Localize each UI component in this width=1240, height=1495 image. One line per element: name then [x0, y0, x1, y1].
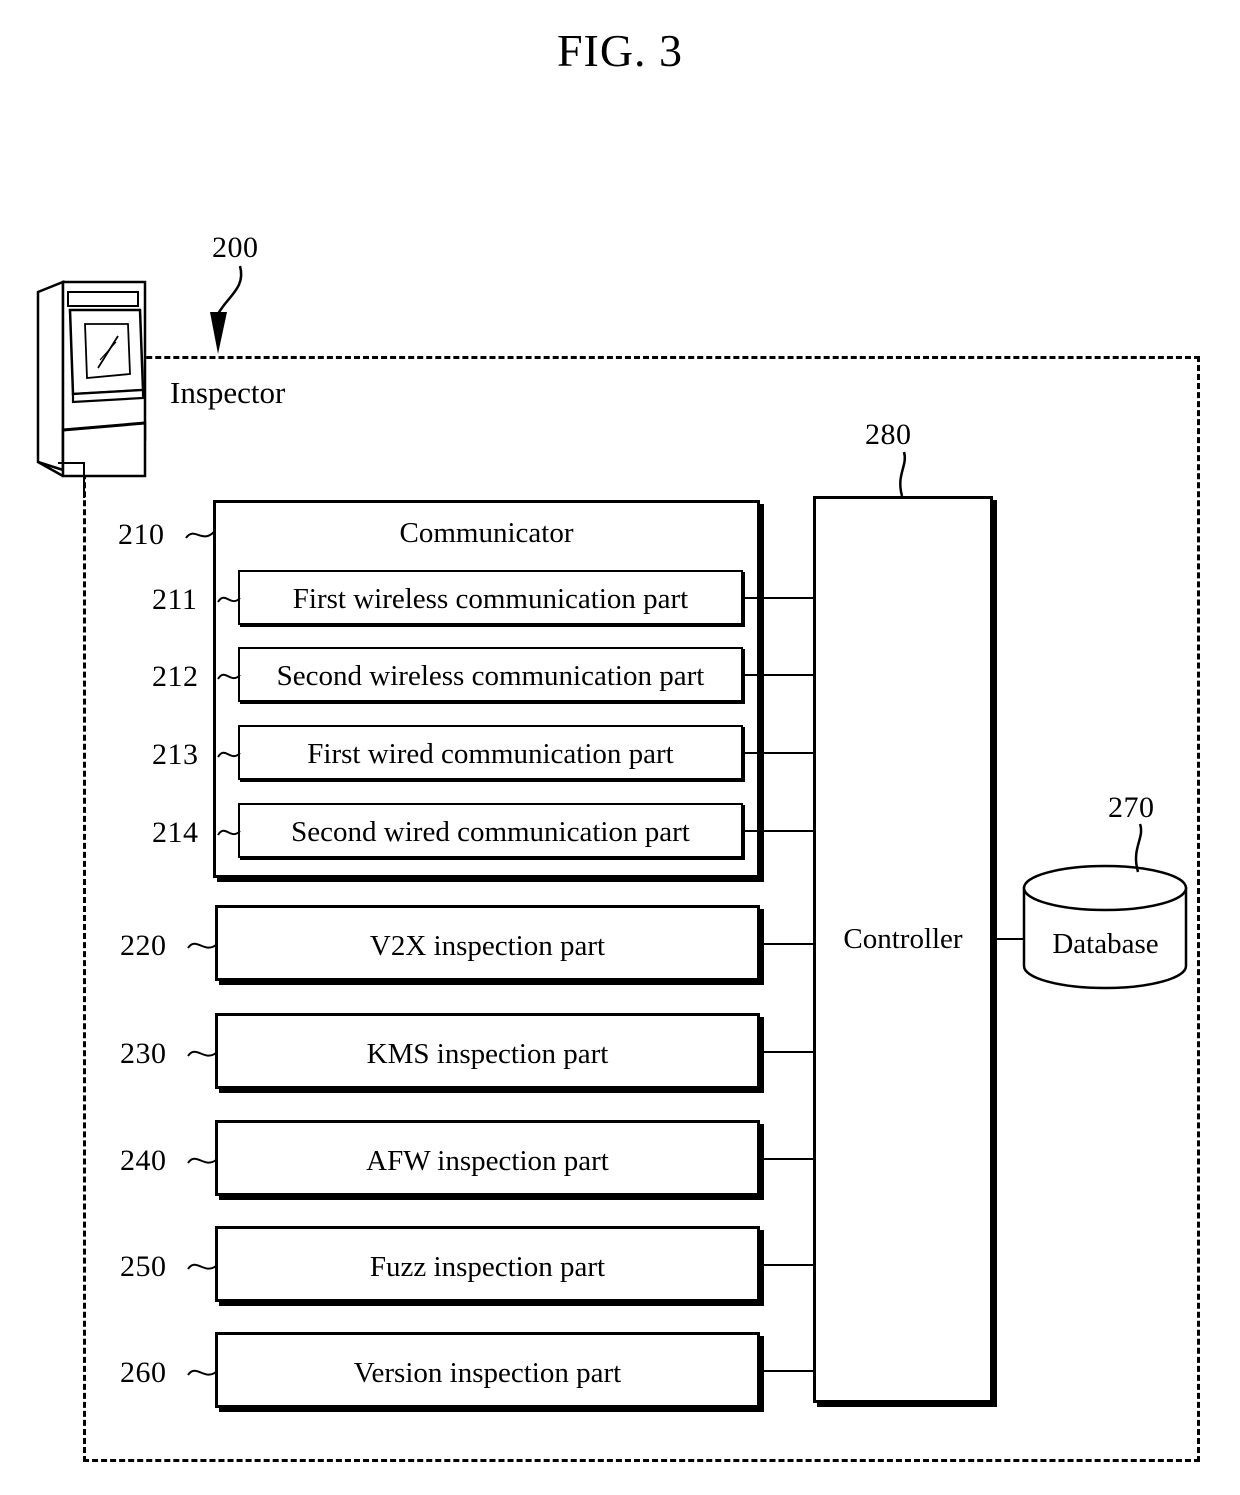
kiosk-connector-stub: [58, 462, 84, 464]
kms-inspection-part-box: KMS inspection part: [215, 1013, 760, 1089]
ref-214-leader: [217, 829, 241, 836]
ref-212: 212: [152, 660, 199, 693]
ref-230: 230: [120, 1037, 167, 1070]
kms-inspection-part-label: KMS inspection part: [366, 1038, 609, 1070]
second-wired-communication-part-label: Second wired communication part: [291, 816, 690, 848]
version-inspection-part-box: Version inspection part: [215, 1332, 760, 1408]
controller-box: Controller: [813, 496, 993, 1403]
ref-260: 260: [120, 1356, 167, 1389]
connector-212-controller: [743, 674, 815, 676]
communicator-label: Communicator: [399, 517, 574, 549]
kiosk-connector-line: [83, 462, 85, 498]
ref-240-leader: [187, 1157, 217, 1164]
ref-260-leader: [187, 1369, 217, 1376]
ref-212-leader: [217, 673, 241, 680]
fuzz-inspection-part-box: Fuzz inspection part: [215, 1226, 760, 1302]
connector-250-controller: [760, 1264, 815, 1266]
ref-211-leader: [217, 596, 241, 603]
ref-220-leader: [187, 942, 217, 949]
second-wired-communication-part-box: Second wired communication part: [238, 803, 743, 858]
first-wireless-communication-part-label: First wireless communication part: [292, 583, 689, 615]
ref-230-leader: [187, 1050, 217, 1057]
ref-210-leader: [185, 531, 215, 539]
ref-270-leader: [1134, 823, 1143, 873]
ref-200-arrow: [210, 265, 243, 354]
first-wired-communication-part-box: First wired communication part: [238, 725, 743, 780]
ref-280: 280: [865, 418, 912, 451]
connector-220-controller: [760, 943, 815, 945]
figure-title: FIG. 3: [556, 25, 684, 76]
v2x-inspection-part-label: V2X inspection part: [369, 930, 606, 962]
patent-figure: FIG. 3 Inspector 200 Communicator First …: [0, 0, 1240, 1495]
ref-200: 200: [212, 231, 259, 264]
inspector-label: Inspector: [170, 375, 286, 410]
ref-280-leader: [899, 451, 907, 497]
ref-240: 240: [120, 1144, 167, 1177]
ref-214: 214: [152, 816, 199, 849]
second-wireless-communication-part-label: Second wireless communication part: [276, 660, 705, 692]
connector-controller-database: [993, 938, 1025, 940]
ref-250: 250: [120, 1250, 167, 1283]
ref-250-leader: [187, 1263, 217, 1270]
version-inspection-part-label: Version inspection part: [353, 1357, 622, 1389]
afw-inspection-part-label: AFW inspection part: [366, 1145, 609, 1177]
connector-240-controller: [760, 1158, 815, 1160]
second-wireless-communication-part-box: Second wireless communication part: [238, 647, 743, 702]
database-label: Database: [1052, 928, 1159, 960]
connector-211-controller: [743, 597, 815, 599]
controller-label: Controller: [843, 923, 963, 955]
database-cylinder: Database: [1018, 864, 1193, 994]
ref-213: 213: [152, 738, 199, 771]
connector-214-controller: [743, 830, 815, 832]
ref-213-leader: [217, 751, 241, 758]
ref-210: 210: [118, 518, 165, 551]
fuzz-inspection-part-label: Fuzz inspection part: [369, 1251, 606, 1283]
connector-260-controller: [760, 1370, 815, 1372]
connector-213-controller: [743, 752, 815, 754]
connector-230-controller: [760, 1051, 815, 1053]
ref-220: 220: [120, 929, 167, 962]
v2x-inspection-part-box: V2X inspection part: [215, 905, 760, 981]
ref-211: 211: [152, 583, 198, 616]
inspector-kiosk-icon: [30, 280, 180, 480]
first-wired-communication-part-label: First wired communication part: [307, 738, 674, 770]
ref-270: 270: [1108, 791, 1155, 824]
first-wireless-communication-part-box: First wireless communication part: [238, 570, 743, 625]
afw-inspection-part-box: AFW inspection part: [215, 1120, 760, 1196]
